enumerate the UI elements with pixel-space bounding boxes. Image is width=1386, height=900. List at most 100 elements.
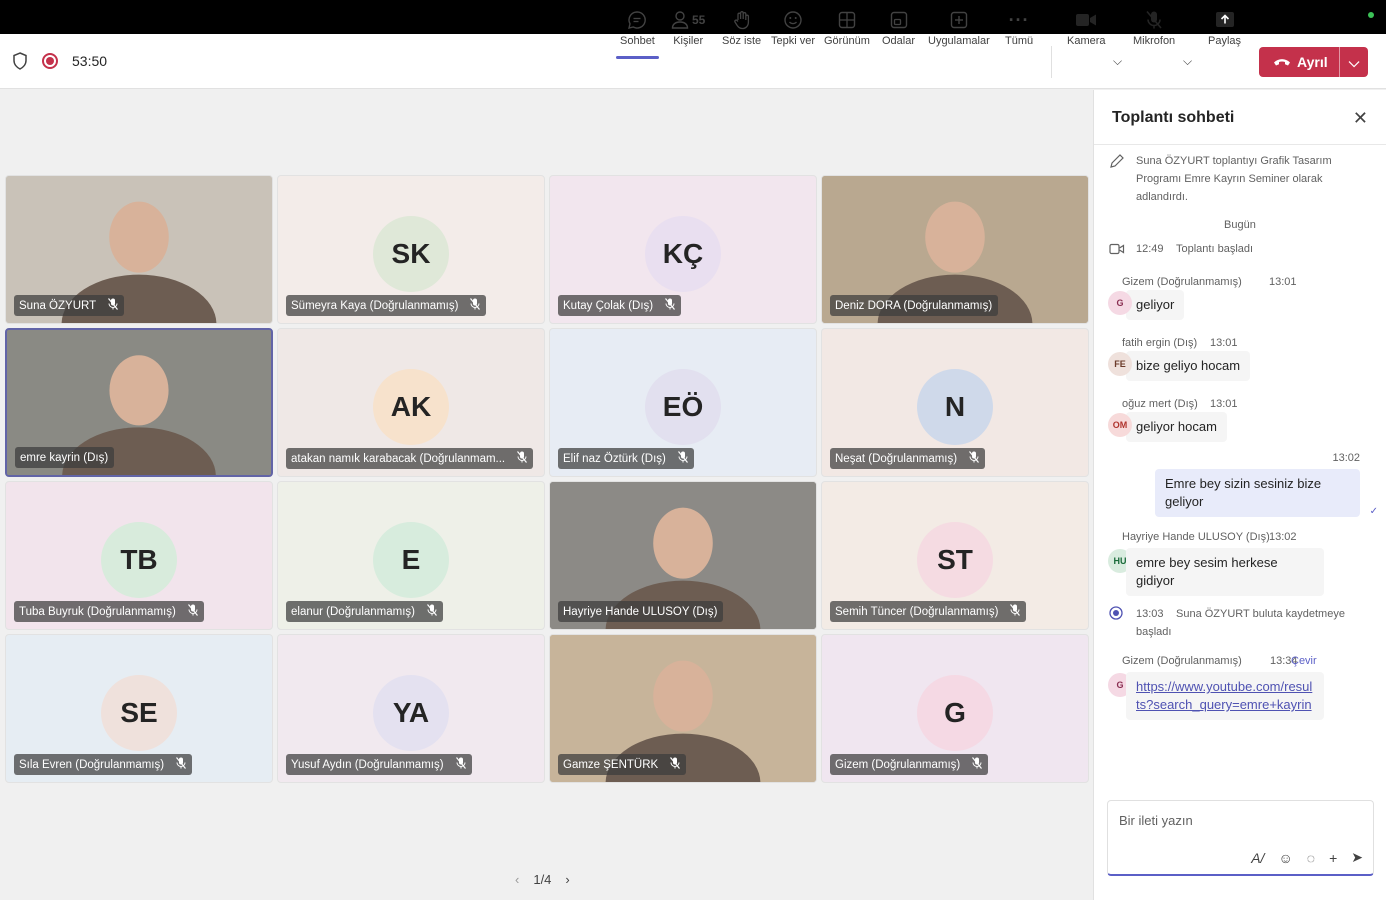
youtube-link[interactable]: https://www.youtube.com/results?search_q…: [1136, 679, 1312, 712]
leave-button[interactable]: Ayrıl ⌵: [1259, 47, 1368, 77]
chat-icon: [627, 8, 647, 32]
avatar: KÇ: [645, 216, 721, 292]
participant-name: Gizem (Doğrulanmamış): [830, 754, 989, 775]
prev-page-chevron-icon[interactable]: ‹: [515, 872, 519, 887]
video-camera-icon: [1109, 243, 1125, 255]
participant-name: Elif naz Öztürk (Dış): [558, 448, 694, 469]
participant-name: Deniz DORA (Doğrulanmamış): [830, 295, 999, 316]
mic-off-icon: [187, 604, 198, 619]
participant-name: atakan namık karabacak (Doğrulanmam...: [286, 448, 534, 469]
translate-link[interactable]: Çevir: [1291, 655, 1317, 667]
message-bubble[interactable]: geliyor: [1126, 290, 1185, 320]
avatar: SK: [373, 216, 449, 292]
participant-tile[interactable]: SK Sümeyra Kaya (Doğrulanmamış): [277, 175, 545, 324]
share-button[interactable]: Paylaş: [1208, 8, 1241, 47]
react-button[interactable]: Tepki ver: [771, 8, 815, 47]
emoji-icon[interactable]: ☺: [1278, 850, 1292, 866]
apps-button[interactable]: Uygulamalar: [928, 8, 990, 47]
avatar: FE: [1108, 352, 1132, 376]
message-time: 13:01: [1269, 276, 1297, 288]
rooms-button[interactable]: Odalar: [882, 8, 915, 47]
participant-name: Hayriye Hande ULUSOY (Dış): [558, 601, 724, 622]
message-composer[interactable]: Bir ileti yazın A/ ☺ ◌ + ➤: [1107, 800, 1374, 876]
people-icon: [671, 11, 689, 29]
meeting-chat-panel: Toplantı sohbeti ✕ Suna ÖZYURT toplantıy…: [1093, 90, 1386, 900]
meeting-timer: 53:50: [72, 53, 108, 69]
participant-tile[interactable]: AK atakan namık karabacak (Doğrulanmam...: [277, 328, 545, 477]
participant-tile[interactable]: Deniz DORA (Doğrulanmamış): [821, 175, 1089, 324]
message-sender: Gizem (Doğrulanmamış): [1122, 276, 1242, 288]
smiley-icon: [783, 8, 803, 32]
mic-off-icon: [455, 757, 466, 772]
meeting-start-time: 12:49: [1136, 243, 1164, 255]
format-icon[interactable]: A/: [1251, 850, 1264, 866]
own-message-time: 13:02: [1332, 452, 1360, 464]
message-sender: fatih ergin (Dış): [1122, 337, 1198, 349]
mic-off-icon: [470, 298, 481, 313]
mic-options-chevron-icon[interactable]: ⌵: [1183, 54, 1192, 69]
page-indicator: 1/4: [533, 872, 552, 887]
participant-tile[interactable]: SE Sıla Evren (Doğrulanmamış): [5, 634, 273, 783]
next-page-chevron-icon[interactable]: ›: [565, 872, 569, 887]
camera-button[interactable]: Kamera: [1067, 8, 1106, 47]
close-chat-icon[interactable]: ✕: [1353, 108, 1368, 129]
avatar: OM: [1108, 413, 1132, 437]
participant-tile[interactable]: emre kayrin (Dış): [5, 328, 273, 477]
plus-icon[interactable]: +: [1329, 850, 1337, 866]
message-bubble[interactable]: emre bey sesim herkese gidiyor: [1126, 548, 1324, 596]
mic-off-icon: [517, 451, 528, 466]
participant-tile[interactable]: KÇ Kutay Çolak (Dış): [549, 175, 817, 324]
status-dot: [1368, 12, 1374, 18]
add-app-icon: [950, 8, 968, 32]
mic-off-icon: [108, 298, 119, 313]
view-button[interactable]: Görünüm: [824, 8, 870, 47]
participant-name: Gamze ŞENTÜRK: [558, 754, 687, 775]
participant-tile[interactable]: EÖ Elif naz Öztürk (Dış): [549, 328, 817, 477]
mic-off-icon: [972, 757, 983, 772]
avatar: E: [373, 522, 449, 598]
participant-tile[interactable]: Gamze ŞENTÜRK: [549, 634, 817, 783]
grid-icon: [838, 8, 856, 32]
message-time: 13:01: [1210, 398, 1238, 410]
leave-options-chevron-icon[interactable]: ⌵: [1339, 47, 1368, 77]
avatar: G: [1108, 291, 1132, 315]
mic-off-icon: [670, 757, 681, 772]
participant-tile[interactable]: Suna ÖZYURT: [5, 175, 273, 324]
participant-tile[interactable]: G Gizem (Doğrulanmamış): [821, 634, 1089, 783]
participant-tile[interactable]: N Neşat (Doğrulanmamış): [821, 328, 1089, 477]
gallery-pager: ‹ 1/4 ›: [515, 872, 570, 887]
participant-tile[interactable]: Eelanur (Doğrulanmamış): [277, 481, 545, 630]
message-sender: Hayriye Hande ULUSOY (Dış): [1122, 531, 1270, 543]
participant-tile[interactable]: Hayriye Hande ULUSOY (Dış): [549, 481, 817, 630]
compose-input[interactable]: Bir ileti yazın: [1119, 813, 1193, 828]
hand-icon: [733, 8, 751, 32]
message-bubble[interactable]: bize geliyo hocam: [1126, 351, 1251, 381]
chat-button[interactable]: Sohbet: [616, 8, 659, 59]
people-button[interactable]: 55 Kişiler: [671, 8, 705, 47]
avatar: N: [917, 369, 993, 445]
record-icon: [1109, 606, 1123, 620]
camera-icon: [1075, 8, 1097, 32]
message-bubble[interactable]: geliyor hocam: [1126, 412, 1227, 442]
message-sender: Gizem (Doğrulanmamış): [1122, 655, 1242, 667]
mic-off-icon: [1145, 8, 1163, 32]
camera-options-chevron-icon[interactable]: ⌵: [1113, 54, 1122, 69]
participant-tile[interactable]: ST Semih Tüncer (Doğrulanmamış): [821, 481, 1089, 630]
participant-name: Suna ÖZYURT: [14, 295, 125, 316]
mic-off-icon: [1010, 604, 1021, 619]
avatar: SE: [101, 675, 177, 751]
message-bubble: https://www.youtube.com/results?search_q…: [1126, 672, 1324, 720]
raise-hand-button[interactable]: Söz iste: [722, 8, 761, 47]
more-button[interactable]: ··· Tümü: [1005, 8, 1033, 48]
message-time: 13:01: [1210, 337, 1238, 349]
send-icon[interactable]: ➤: [1351, 849, 1363, 866]
rooms-icon: [890, 8, 908, 32]
mic-button[interactable]: Mikrofon: [1133, 8, 1175, 47]
sticker-icon[interactable]: ◌: [1307, 850, 1315, 866]
own-message[interactable]: Emre bey sizin sesiniz bize geliyor: [1155, 469, 1360, 517]
recording-icon: [42, 53, 58, 69]
day-separator: Bugün: [1224, 219, 1256, 231]
participant-name: Neşat (Doğrulanmamış): [830, 448, 986, 469]
participant-tile[interactable]: TB Tuba Buyruk (Doğrulanmamış): [5, 481, 273, 630]
participant-tile[interactable]: YA Yusuf Aydın (Doğrulanmamış): [277, 634, 545, 783]
